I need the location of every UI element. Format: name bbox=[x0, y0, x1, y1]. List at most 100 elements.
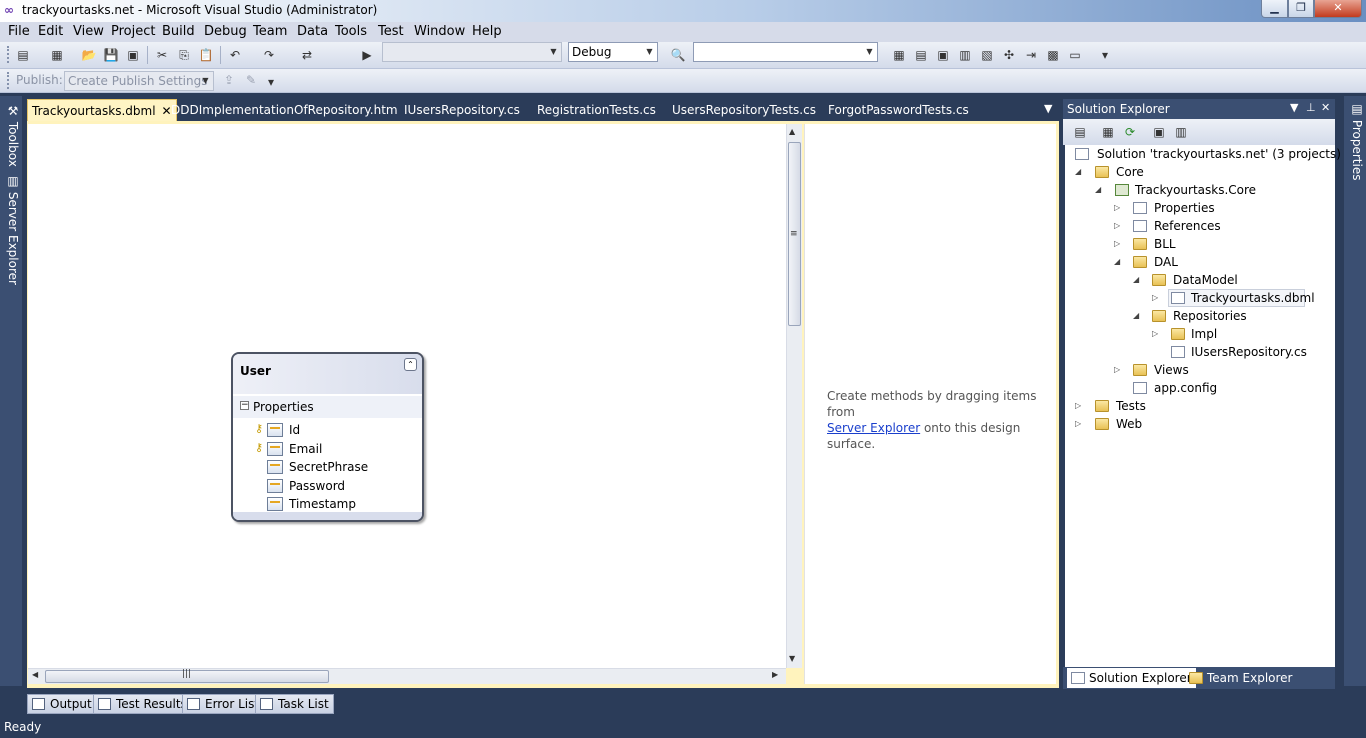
paste-icon[interactable]: 📋 bbox=[197, 46, 215, 64]
start-debugging-icon[interactable]: ▶ bbox=[358, 46, 376, 64]
new-project-icon[interactable]: ▤ bbox=[14, 46, 32, 64]
properties-icon[interactable]: ▤ bbox=[1071, 123, 1089, 141]
collapse-arrow-icon[interactable]: ◢ bbox=[1075, 163, 1085, 181]
tree-node-dal[interactable]: ◢ DAL bbox=[1065, 253, 1335, 271]
copy-icon[interactable]: ⎘ bbox=[175, 46, 193, 64]
menu-build[interactable]: Build bbox=[162, 24, 195, 39]
collapse-arrow-icon[interactable]: ◢ bbox=[1095, 181, 1105, 199]
maximize-button[interactable]: ❐ bbox=[1288, 0, 1314, 18]
scroll-left-icon[interactable]: ◀ bbox=[32, 670, 38, 679]
close-icon[interactable]: ✕ bbox=[1321, 101, 1330, 114]
menu-file[interactable]: File bbox=[8, 24, 30, 39]
command-window-icon[interactable]: ▭ bbox=[1066, 46, 1084, 64]
publish-settings-combo[interactable]: Create Publish Settings ▼ bbox=[64, 71, 214, 91]
navigate-icon[interactable]: ⇄ bbox=[298, 46, 316, 64]
toolbox-icon[interactable]: ▥ bbox=[956, 46, 974, 64]
user-entity-shape[interactable]: User ⌃ − Properties ⚷ Id ⚷ Email SecretP… bbox=[231, 352, 424, 522]
collapse-arrow-icon[interactable]: ◢ bbox=[1133, 271, 1143, 289]
menu-debug[interactable]: Debug bbox=[204, 24, 247, 39]
close-button[interactable]: ✕ bbox=[1314, 0, 1362, 18]
undo-icon[interactable]: ↶ bbox=[226, 46, 244, 64]
refresh-icon[interactable]: ⟳ bbox=[1121, 123, 1139, 141]
menu-window[interactable]: Window bbox=[414, 24, 465, 39]
object-browser-icon[interactable]: ▣ bbox=[934, 46, 952, 64]
properties-window-icon[interactable]: ▤ bbox=[912, 46, 930, 64]
expand-arrow-icon[interactable]: ▷ bbox=[1152, 325, 1162, 343]
menu-data[interactable]: Data bbox=[297, 24, 328, 39]
expand-arrow-icon[interactable]: ▷ bbox=[1114, 235, 1124, 253]
save-icon[interactable]: 💾 bbox=[102, 46, 120, 64]
tree-node-impl[interactable]: ▷ Impl bbox=[1065, 325, 1335, 343]
scroll-up-icon[interactable]: ▲ bbox=[789, 127, 795, 136]
cut-icon[interactable]: ✂ bbox=[153, 46, 171, 64]
solution-configurations-combo[interactable]: Debug ▼ bbox=[568, 42, 658, 62]
solution-explorer-icon[interactable]: ▦ bbox=[890, 46, 908, 64]
scroll-right-icon[interactable]: ▶ bbox=[772, 670, 778, 679]
start-page-icon[interactable]: ▧ bbox=[978, 46, 996, 64]
tree-node-views[interactable]: ▷ Views bbox=[1065, 361, 1335, 379]
toolbar-options-icon[interactable]: ▾ bbox=[1096, 46, 1114, 64]
expand-arrow-icon[interactable]: ▷ bbox=[1075, 415, 1085, 433]
entity-property-row[interactable]: ⚷ Id bbox=[233, 422, 422, 440]
expand-arrow-icon[interactable]: ▷ bbox=[1114, 361, 1124, 379]
open-file-icon[interactable]: 📂 bbox=[80, 46, 98, 64]
menu-view[interactable]: View bbox=[73, 24, 104, 39]
toolbar-grip[interactable] bbox=[7, 46, 10, 63]
minimize-button[interactable]: ▁ bbox=[1261, 0, 1288, 18]
tab-list-dropdown-icon[interactable]: ▼ bbox=[1044, 103, 1054, 114]
architecture-explorer-icon[interactable]: ▩ bbox=[1044, 46, 1062, 64]
entity-property-row[interactable]: ⚷ Email bbox=[233, 441, 422, 459]
find-in-files-icon[interactable]: 🔍 bbox=[669, 46, 687, 64]
menu-project[interactable]: Project bbox=[111, 24, 155, 39]
save-all-icon[interactable]: ▣ bbox=[124, 46, 142, 64]
tree-node-tests[interactable]: ▷ Tests bbox=[1065, 397, 1335, 415]
show-all-files-icon[interactable]: ▦ bbox=[1099, 123, 1117, 141]
tree-node-core[interactable]: ◢ Core bbox=[1065, 163, 1335, 181]
collapse-arrow-icon[interactable]: ◢ bbox=[1114, 253, 1124, 271]
collapse-section-icon[interactable]: − bbox=[240, 401, 249, 410]
server-explorer-tab[interactable]: ▥ Server Explorer bbox=[2, 174, 20, 285]
tree-node-trackyourtasks-dbml[interactable]: ▷ Trackyourtasks.dbml bbox=[1065, 289, 1335, 307]
entity-property-row[interactable]: Password bbox=[233, 478, 422, 496]
view-code-icon[interactable]: ▣ bbox=[1150, 123, 1168, 141]
collapse-arrow-icon[interactable]: ◢ bbox=[1133, 307, 1143, 325]
publish-settings-icon[interactable]: ✎ bbox=[242, 71, 260, 89]
tab-error-list[interactable]: Error List bbox=[182, 694, 265, 714]
publish-web-icon[interactable]: ⇪ bbox=[220, 71, 238, 89]
collapse-entity-icon[interactable]: ⌃ bbox=[404, 358, 417, 371]
toolbar-grip[interactable] bbox=[7, 72, 10, 89]
entity-property-row[interactable]: SecretPhrase bbox=[233, 459, 422, 477]
expand-arrow-icon[interactable]: ▷ bbox=[1152, 289, 1162, 307]
entity-header[interactable]: User ⌃ bbox=[233, 354, 422, 394]
tab-iusersrepository-cs[interactable]: IUsersRepository.cs bbox=[404, 99, 520, 121]
tree-node-iusersrepository-cs[interactable]: IUsersRepository.cs bbox=[1065, 343, 1335, 361]
tab-test-results[interactable]: Test Results bbox=[93, 694, 192, 714]
tree-node-repositories[interactable]: ◢ Repositories bbox=[1065, 307, 1335, 325]
solution-platforms-combo[interactable]: ▼ bbox=[382, 42, 562, 62]
tab-registrationtests-cs[interactable]: RegistrationTests.cs bbox=[537, 99, 656, 121]
expand-arrow-icon[interactable]: ▷ bbox=[1114, 199, 1124, 217]
entity-properties-section[interactable]: − Properties bbox=[233, 396, 422, 418]
tab-task-list[interactable]: Task List bbox=[255, 694, 334, 714]
menu-team[interactable]: Team bbox=[253, 24, 287, 39]
tree-node-datamodel[interactable]: ◢ DataModel bbox=[1065, 271, 1335, 289]
menu-help[interactable]: Help bbox=[472, 24, 502, 39]
window-position-icon[interactable]: ▼ bbox=[1290, 101, 1298, 114]
tree-node-solution[interactable]: Solution 'trackyourtasks.net' (3 project… bbox=[1065, 145, 1341, 163]
properties-tab[interactable]: ▤ Properties bbox=[1346, 102, 1364, 180]
scroll-down-icon[interactable]: ▼ bbox=[789, 654, 795, 663]
tab-solution-explorer[interactable]: Solution Explorer bbox=[1067, 668, 1196, 688]
tree-node-properties[interactable]: ▷ Properties bbox=[1065, 199, 1335, 217]
server-explorer-link[interactable]: Server Explorer bbox=[827, 421, 920, 435]
expand-arrow-icon[interactable]: ▷ bbox=[1075, 397, 1085, 415]
toolbox-tab[interactable]: ⚒ Toolbox bbox=[2, 104, 20, 167]
tree-node-web[interactable]: ▷ Web bbox=[1065, 415, 1335, 433]
menu-edit[interactable]: Edit bbox=[38, 24, 63, 39]
tab-dddimplementation-htm[interactable]: DDDImplementationOfRepository.htm bbox=[171, 99, 398, 121]
tab-output[interactable]: Output bbox=[27, 694, 97, 714]
redo-icon[interactable]: ↷ bbox=[260, 46, 278, 64]
tree-node-trackyourtasks-core[interactable]: ◢ Trackyourtasks.Core bbox=[1065, 181, 1335, 199]
tree-node-app-config[interactable]: app.config bbox=[1065, 379, 1335, 397]
tab-forgotpasswordtests-cs[interactable]: ForgotPasswordTests.cs bbox=[828, 99, 969, 121]
auto-hide-pin-icon[interactable]: ⊥ bbox=[1306, 101, 1316, 114]
